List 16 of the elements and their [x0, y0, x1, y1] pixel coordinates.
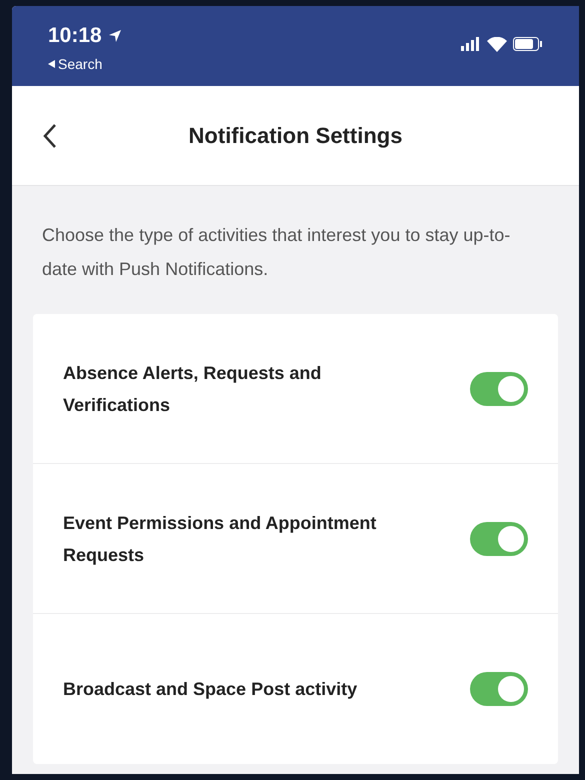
screen-title: Notification Settings [188, 122, 402, 150]
status-time: 10:18 [48, 23, 102, 49]
back-chevron-icon [43, 123, 57, 149]
back-triangle-icon [48, 60, 55, 68]
toggle-switch[interactable] [470, 522, 528, 556]
setting-label: Event Permissions and Appointment Requests [63, 512, 378, 567]
location-arrow-icon [108, 28, 122, 43]
wifi-icon [487, 36, 507, 52]
back-to-app-link[interactable]: Search [48, 54, 122, 74]
toggle-switch[interactable] [470, 372, 528, 406]
toggle-switch[interactable] [470, 672, 528, 706]
signal-icon [461, 37, 481, 51]
description-text: Choose the type of activities that interest you to stay up-to-date with Push Notifications. [41, 224, 512, 281]
setting-label: Absence Alerts, Requests and Verifications [63, 362, 322, 416]
setting-label: Broadcast and Space Post activity [63, 678, 358, 701]
battery-icon [513, 37, 543, 51]
